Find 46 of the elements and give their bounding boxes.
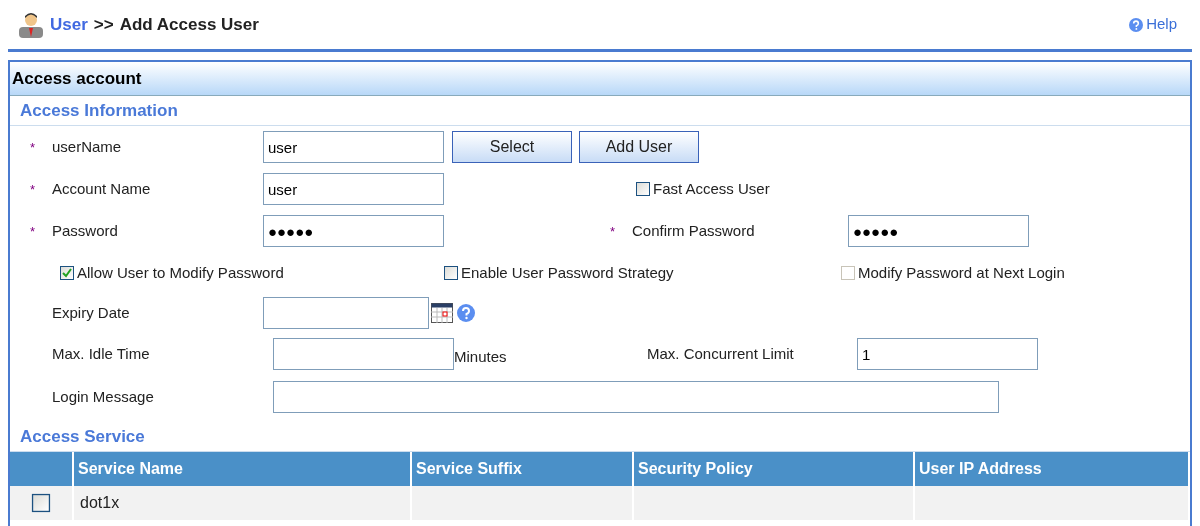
field-label: Password [52, 220, 118, 241]
column-header: Service Name [74, 452, 412, 486]
form-button[interactable]: Select [452, 131, 572, 163]
input-field[interactable] [273, 381, 999, 413]
date-field[interactable] [263, 297, 429, 329]
field-label: Max. Idle Time [52, 344, 150, 362]
checkbox[interactable] [636, 182, 650, 196]
required-mark: * [610, 223, 616, 239]
checkbox[interactable] [444, 266, 458, 280]
checkbox[interactable] [60, 266, 74, 280]
field-label: Expiry Date [52, 303, 130, 321]
field-label: Login Message [52, 387, 154, 405]
form-button[interactable]: Add User [579, 131, 699, 163]
required-mark: * [30, 223, 36, 239]
breadcrumb-separator: >> [93, 13, 114, 36]
help-icon [457, 304, 475, 322]
page-title: Add Access User [119, 13, 259, 36]
checkbox-label: Modify Password at Next Login [858, 262, 1065, 283]
column-header: User IP Address [915, 452, 1190, 486]
panel-title: Access account [10, 62, 1190, 96]
user-icon [18, 10, 44, 39]
section-title: Access Information [10, 96, 1190, 126]
field-label: Account Name [52, 178, 151, 199]
checkbox-label: Fast Access User [653, 178, 770, 199]
column-header: Security Policy [634, 452, 915, 486]
unit-label: Minutes [454, 346, 508, 367]
input-field[interactable]: user [263, 131, 444, 163]
checkbox-label: Allow User to Modify Password [77, 262, 284, 283]
checkbox-label: Enable User Password Strategy [461, 262, 674, 283]
field-label: Confirm Password [632, 220, 755, 241]
breadcrumb-link[interactable]: User [50, 11, 88, 38]
input-field[interactable] [273, 338, 454, 370]
input-field[interactable]: 1 [857, 338, 1038, 370]
required-mark: * [30, 139, 36, 155]
help-icon [1129, 17, 1144, 32]
field-label: Max. Concurrent Limit [647, 343, 795, 364]
checkbox[interactable] [31, 493, 51, 513]
table-cell: dot1x [74, 486, 412, 520]
required-mark: * [30, 181, 36, 197]
field-label: userName [52, 136, 122, 157]
help-link[interactable]: Help [1129, 13, 1177, 36]
password-field[interactable]: ●●●●● [263, 215, 444, 247]
input-field[interactable]: user [263, 173, 444, 205]
password-field[interactable]: ●●●●● [848, 215, 1029, 247]
column-header: Service Suffix [412, 452, 634, 486]
calendar-icon [431, 303, 453, 323]
